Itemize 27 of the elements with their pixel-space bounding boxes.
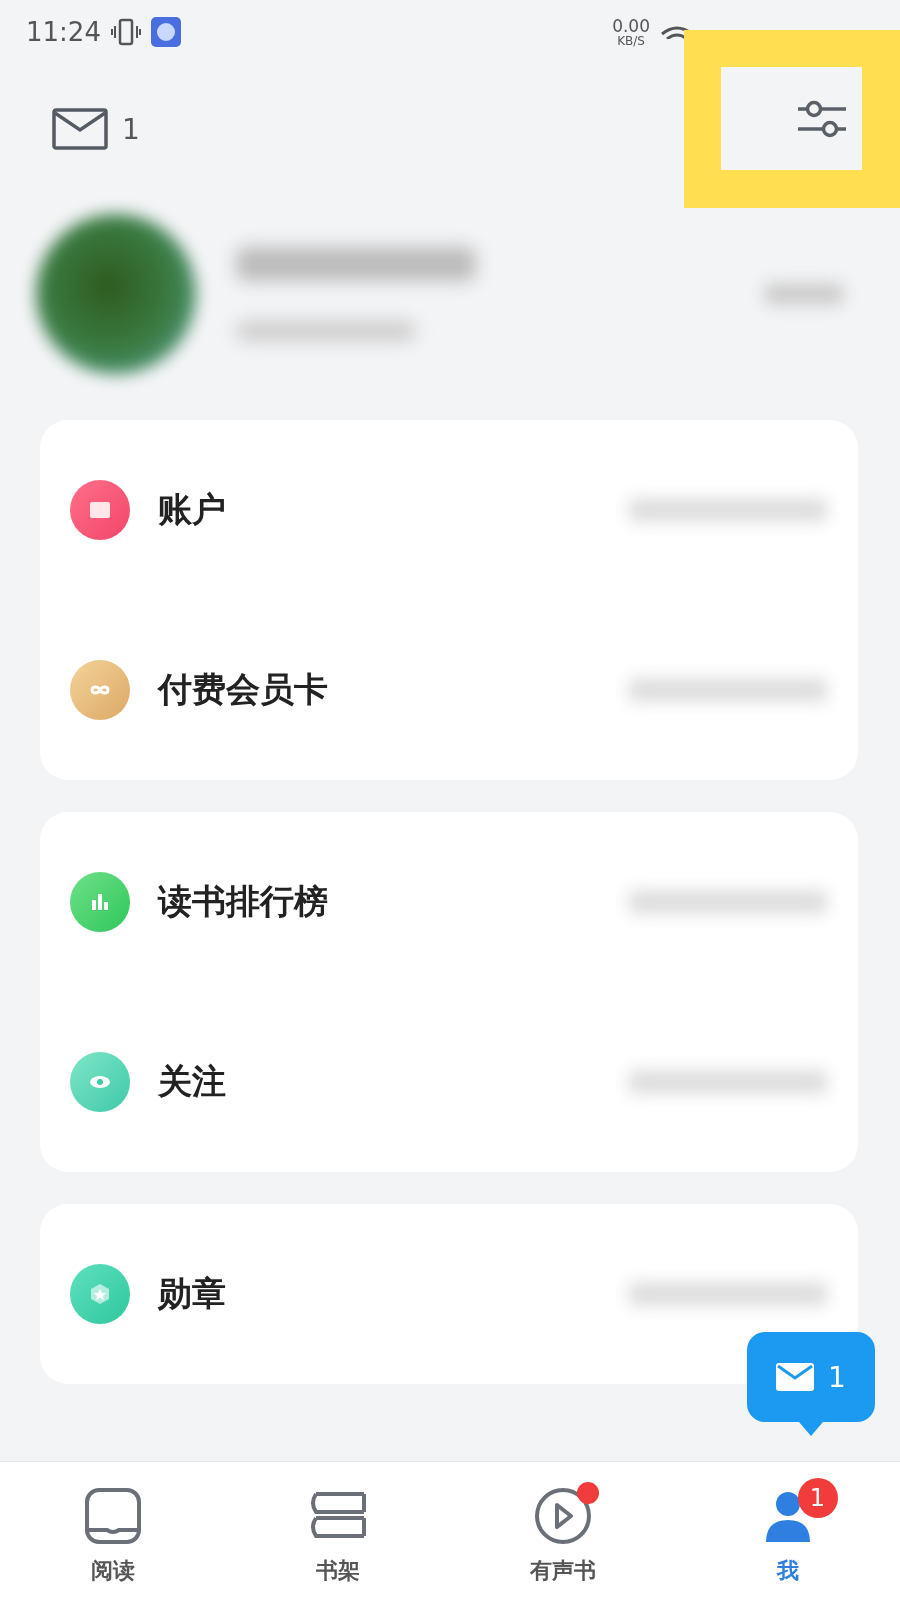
status-time: 11:24: [26, 17, 101, 47]
settings-icon[interactable]: [796, 98, 848, 139]
menu-item[interactable]: 读书排行榜: [70, 812, 828, 992]
account-icon: [70, 480, 130, 540]
ranking-icon: [70, 872, 130, 932]
menu-label: 付费会员卡: [158, 668, 328, 711]
app-notification-icon: [150, 17, 181, 47]
mail-icon[interactable]: [52, 108, 108, 150]
menu-item[interactable]: 关注: [70, 992, 828, 1172]
nav-tab[interactable]: 书架: [225, 1462, 450, 1600]
network-speed: 0.00: [612, 17, 650, 35]
menu-label: 读书排行榜: [158, 880, 328, 923]
menu-item[interactable]: 账户: [70, 420, 828, 600]
bubble-pointer: [799, 1422, 823, 1436]
medal-icon: [70, 1264, 130, 1324]
mail-count: 1: [122, 112, 140, 146]
mail-icon: [776, 1363, 815, 1391]
nav-tab[interactable]: 有声书: [450, 1462, 675, 1600]
network-unit: KB/S: [617, 34, 645, 47]
notification-badge: 1: [797, 1478, 838, 1518]
menu-item[interactable]: 付费会员卡: [70, 600, 828, 780]
menu-label: 关注: [158, 1060, 226, 1103]
nav-tab[interactable]: 1 我: [675, 1462, 900, 1600]
vibrate-icon: [110, 17, 141, 47]
nav-tab[interactable]: 阅读: [0, 1462, 225, 1600]
menu-label: 勋章: [158, 1272, 226, 1315]
menu-label: 账户: [158, 488, 226, 531]
